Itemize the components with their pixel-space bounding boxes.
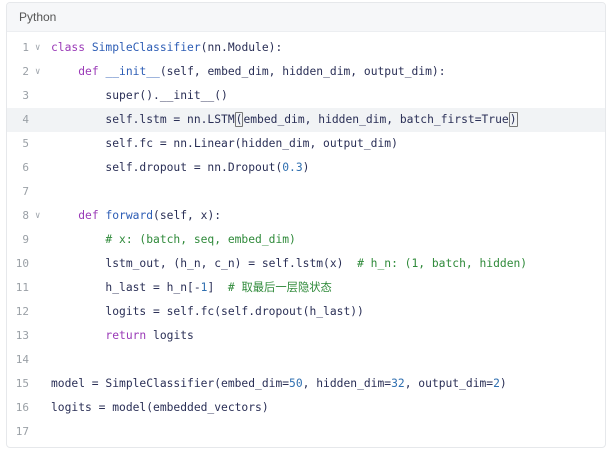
- code-line[interactable]: 14: [7, 348, 605, 372]
- code-text: def __init__(self, embed_dim, hidden_dim…: [51, 60, 446, 84]
- code-line[interactable]: 13 return logits: [7, 324, 605, 348]
- line-number: 5: [22, 137, 29, 150]
- code-token: logits: [146, 329, 194, 342]
- code-text: self.fc = nn.Linear(hidden_dim, output_d…: [51, 132, 398, 156]
- code-token: (self, embed_dim, hidden_dim, output_dim…: [159, 65, 446, 78]
- code-token: (self, x):: [153, 209, 222, 222]
- code-token: 32: [391, 377, 405, 390]
- line-number: 9: [22, 233, 29, 246]
- code-token: logits = model(embedded_vectors): [51, 401, 269, 414]
- code-token: self.lstm = nn.LSTM: [51, 113, 235, 126]
- code-token: lstm_out, (h_n, c_n) = self.lstm(x): [51, 257, 358, 270]
- fold-chevron-icon[interactable]: ∨: [35, 204, 40, 228]
- code-line[interactable]: 6 self.dropout = nn.Dropout(0.3): [7, 156, 605, 180]
- code-line[interactable]: 11 h_last = h_n[-1] # 取最后一层隐状态: [7, 276, 605, 300]
- code-token: SimpleClassifier: [91, 41, 201, 54]
- line-number: 17: [15, 425, 29, 438]
- code-text: h_last = h_n[-1] # 取最后一层隐状态: [51, 276, 332, 300]
- code-token: ): [302, 161, 310, 174]
- line-number: 10: [15, 257, 29, 270]
- code-token: self.dropout = nn.Dropout(: [51, 161, 283, 174]
- code-token: # 取最后一层隐状态: [227, 281, 332, 294]
- line-number: 13: [15, 329, 29, 342]
- line-number: 15: [15, 377, 29, 390]
- code-line[interactable]: 9 # x: (batch, seq, embed_dim): [7, 228, 605, 252]
- code-block-header: Python: [7, 3, 605, 32]
- code-token: h_last = h_n[-: [51, 281, 201, 294]
- code-token: def: [78, 209, 106, 222]
- code-token: embed_dim, hidden_dim, batch_first=True: [243, 113, 509, 126]
- code-token: # x: (batch, seq, embed_dim): [51, 233, 296, 246]
- code-text: return logits: [51, 324, 194, 348]
- line-number: 3: [22, 89, 29, 102]
- line-number: 12: [15, 305, 29, 318]
- code-text: logits = self.fc(self.dropout(h_last)): [51, 300, 364, 324]
- code-text: # x: (batch, seq, embed_dim): [51, 228, 296, 252]
- code-area[interactable]: 1 ∨ class SimpleClassifier(nn.Module): 2 ∨ d…: [7, 32, 605, 444]
- code-text: def forward(self, x):: [51, 204, 221, 228]
- fold-chevron-icon[interactable]: ∨: [35, 36, 40, 60]
- code-line[interactable]: 15 model = SimpleClassifier(embed_dim=50,…: [7, 372, 605, 396]
- code-line[interactable]: 1 ∨ class SimpleClassifier(nn.Module):: [7, 36, 605, 60]
- code-line[interactable]: 17: [7, 420, 605, 444]
- line-number: 14: [15, 353, 29, 366]
- code-token: self.fc = nn.Linear(hidden_dim, output_d…: [51, 137, 398, 150]
- language-label: Python: [19, 10, 57, 24]
- line-number: 2: [22, 65, 29, 78]
- code-line[interactable]: 4 self.lstm = nn.LSTM(embed_dim, hidden_…: [7, 108, 605, 132]
- code-token: ): [499, 377, 507, 390]
- code-token: ): [508, 112, 518, 127]
- line-number: 8: [22, 209, 29, 222]
- code-token: logits = self.fc(self.dropout(h_last)): [51, 305, 364, 318]
- code-line[interactable]: 16 logits = model(embedded_vectors): [7, 396, 605, 420]
- code-line[interactable]: 2 ∨ def __init__(self, embed_dim, hidden_…: [7, 60, 605, 84]
- line-number: 1: [22, 41, 29, 54]
- code-text: lstm_out, (h_n, c_n) = self.lstm(x) # h_…: [51, 252, 527, 276]
- code-text: logits = model(embedded_vectors): [51, 396, 269, 420]
- code-line[interactable]: 10 lstm_out, (h_n, c_n) = self.lstm(x) #…: [7, 252, 605, 276]
- code-text: super().__init__(): [51, 84, 228, 108]
- code-token: # h_n: (1, batch, hidden): [357, 257, 528, 270]
- code-token: 2: [493, 377, 500, 390]
- code-text: class SimpleClassifier(nn.Module):: [51, 36, 282, 60]
- code-text: self.dropout = nn.Dropout(0.3): [51, 156, 309, 180]
- line-number: 6: [22, 161, 29, 174]
- code-text: model = SimpleClassifier(embed_dim=50, h…: [51, 372, 507, 396]
- code-token: 50: [289, 377, 303, 390]
- code-token: model = SimpleClassifier(embed_dim=: [51, 377, 290, 390]
- code-token: , hidden_dim=: [302, 377, 392, 390]
- code-line[interactable]: 3 super().__init__(): [7, 84, 605, 108]
- line-number: 16: [15, 401, 29, 414]
- code-line[interactable]: 7: [7, 180, 605, 204]
- code-token: class: [51, 41, 92, 54]
- code-token: __init__: [105, 65, 160, 78]
- code-text: self.lstm = nn.LSTM(embed_dim, hidden_di…: [51, 108, 518, 132]
- code-line[interactable]: 12 logits = self.fc(self.dropout(h_last)…: [7, 300, 605, 324]
- code-token: , output_dim=: [404, 377, 494, 390]
- code-line[interactable]: 8 ∨ def forward(self, x):: [7, 204, 605, 228]
- code-token: ]: [207, 281, 228, 294]
- code-token: (nn.Module):: [200, 41, 283, 54]
- fold-chevron-icon[interactable]: ∨: [35, 60, 40, 84]
- code-token: return: [105, 329, 147, 342]
- code-token: 0.3: [282, 161, 303, 174]
- code-line[interactable]: 5 self.fc = nn.Linear(hidden_dim, output…: [7, 132, 605, 156]
- code-token: def: [78, 65, 106, 78]
- code-token: super().__init__(): [51, 89, 228, 102]
- line-number: 7: [22, 185, 29, 198]
- code-token: forward: [105, 209, 154, 222]
- code-block: Python 1 ∨ class SimpleClassifier(nn.Modul…: [6, 2, 606, 448]
- line-number: 11: [15, 281, 29, 294]
- line-number: 4: [22, 113, 29, 126]
